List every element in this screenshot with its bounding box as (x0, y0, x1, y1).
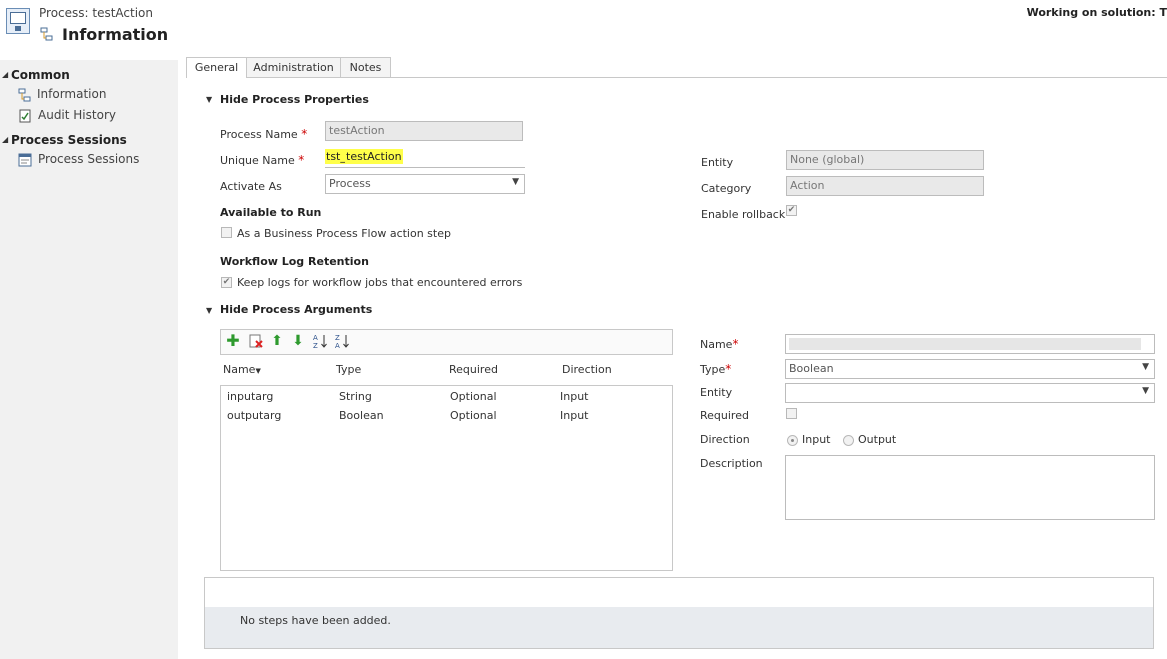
information-icon (18, 88, 31, 102)
dropdown-arrow-icon: ▼ (1142, 362, 1149, 372)
nav-item-information[interactable]: Information (37, 87, 106, 101)
tab-general[interactable]: General (186, 57, 247, 78)
collapse-process-sessions-icon[interactable]: ◢ (2, 135, 8, 144)
bpf-checkbox[interactable] (221, 227, 232, 238)
arg-name-label: Name* (700, 337, 739, 351)
page-title: Information (62, 25, 169, 44)
direction-output-label: Output (858, 433, 897, 446)
arg-description-textarea[interactable] (785, 455, 1155, 520)
arg-name-input[interactable] (785, 334, 1155, 354)
cell-name: outputarg (227, 409, 282, 422)
move-down-icon[interactable]: ⬇ (290, 333, 306, 349)
svg-text:Z: Z (335, 334, 340, 342)
arg-entity-label: Entity (700, 386, 733, 399)
log-checkbox[interactable]: ✔ (221, 277, 232, 288)
tab-administration[interactable]: Administration (246, 57, 341, 77)
nav-item-process-sessions[interactable]: Process Sessions (38, 152, 139, 166)
nav-item-audit-history[interactable]: Audit History (38, 108, 116, 122)
direction-input-label: Input (802, 433, 831, 446)
category-field: Action (786, 176, 984, 196)
arg-type-value: Boolean (789, 362, 834, 375)
arg-direction-label: Direction (700, 433, 750, 446)
rollback-label: Enable rollback (701, 208, 786, 221)
arguments-section-title[interactable]: Hide Process Arguments (220, 303, 372, 316)
cell-direction: Input (560, 409, 589, 422)
process-name-field: testAction (325, 121, 523, 141)
collapse-properties-icon[interactable]: ▼ (206, 95, 212, 104)
solution-indicator: Working on solution: T (1026, 6, 1167, 19)
process-sessions-icon (18, 153, 32, 167)
arg-type-select[interactable]: Boolean ▼ (785, 359, 1155, 379)
rollback-checkbox[interactable]: ✔ (786, 205, 797, 216)
unique-name-value: testAction (345, 149, 403, 164)
move-up-icon[interactable]: ⬆ (269, 333, 285, 349)
left-navigation (0, 60, 178, 659)
no-steps-message: No steps have been added. (240, 614, 391, 627)
record-type-label: Process: testAction (39, 6, 154, 20)
activate-as-select[interactable]: Process ▼ (325, 174, 525, 194)
cell-required: Optional (450, 409, 497, 422)
cell-required: Optional (450, 390, 497, 403)
table-row[interactable]: outputarg Boolean Optional Input (224, 408, 669, 426)
arg-entity-select[interactable]: ▼ (785, 383, 1155, 403)
tab-notes[interactable]: Notes (340, 57, 391, 77)
svg-text:Z: Z (313, 342, 318, 349)
process-small-icon (40, 27, 53, 41)
sort-desc-icon[interactable]: Z A (334, 333, 350, 349)
activate-as-label: Activate As (220, 180, 282, 193)
dropdown-arrow-icon: ▼ (512, 177, 519, 187)
column-header-direction[interactable]: Direction (562, 363, 612, 376)
unique-name-prefix: tst_ (325, 149, 347, 164)
arg-type-label: Type* (700, 362, 732, 376)
available-to-run-heading: Available to Run (220, 206, 322, 219)
nav-group-common[interactable]: Common (11, 68, 70, 82)
properties-section-title[interactable]: Hide Process Properties (220, 93, 369, 106)
arg-name-value (789, 338, 1141, 350)
nav-group-process-sessions[interactable]: Process Sessions (11, 133, 127, 147)
column-header-required[interactable]: Required (449, 363, 498, 376)
entity-field: None (global) (786, 150, 984, 170)
audit-history-icon (19, 109, 31, 123)
svg-text:A: A (313, 334, 318, 342)
direction-output-radio[interactable] (843, 435, 854, 446)
cell-type: Boolean (339, 409, 384, 422)
svg-text:A: A (335, 342, 340, 349)
cell-name: inputarg (227, 390, 274, 403)
arg-required-checkbox[interactable] (786, 408, 797, 419)
collapse-common-icon[interactable]: ◢ (2, 70, 8, 79)
direction-input-radio[interactable] (787, 435, 798, 446)
unique-name-label: Unique Name * (220, 153, 305, 167)
log-option-label: Keep logs for workflow jobs that encount… (237, 276, 523, 289)
arg-description-label: Description (700, 457, 763, 470)
category-label: Category (701, 182, 752, 195)
tab-bar-line (186, 77, 1167, 78)
table-row[interactable]: inputarg String Optional Input (224, 389, 669, 407)
column-header-name[interactable]: Name▼ (223, 363, 261, 376)
process-icon (6, 8, 30, 34)
bpf-option-label: As a Business Process Flow action step (237, 227, 451, 240)
collapse-arguments-icon[interactable]: ▼ (206, 306, 212, 315)
process-name-label: Process Name * (220, 127, 308, 141)
delete-icon[interactable] (248, 333, 264, 349)
sort-asc-icon[interactable]: A Z (312, 333, 328, 349)
cell-type: String (339, 390, 372, 403)
log-retention-heading: Workflow Log Retention (220, 255, 369, 268)
dropdown-arrow-icon: ▼ (1142, 386, 1149, 396)
arg-required-label: Required (700, 409, 749, 422)
column-header-type[interactable]: Type (336, 363, 361, 376)
cell-direction: Input (560, 390, 589, 403)
entity-label: Entity (701, 156, 734, 169)
unique-name-input[interactable]: tst_ testAction (325, 147, 525, 168)
arguments-toolbar: ✚ ⬆ ⬇ A Z Z A (220, 329, 673, 355)
activate-as-value: Process (329, 177, 371, 190)
add-icon[interactable]: ✚ (225, 333, 241, 349)
